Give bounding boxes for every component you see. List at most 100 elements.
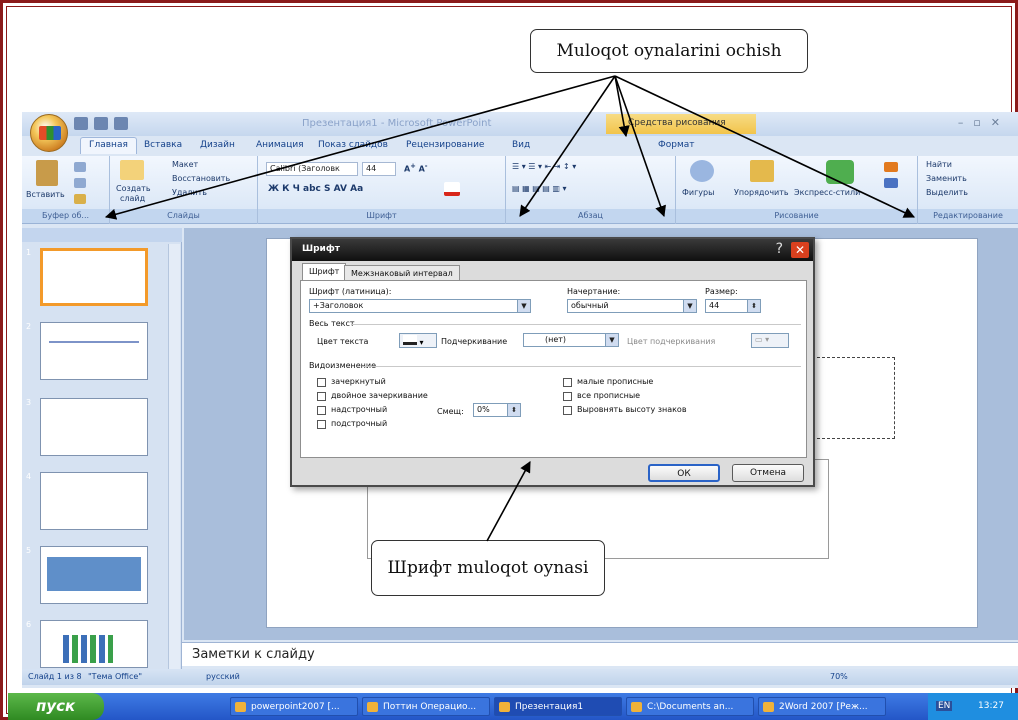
notes-pane[interactable]: Заметки к слайду	[182, 642, 1018, 666]
tab-format[interactable]: Формат	[658, 140, 695, 150]
redo-icon[interactable]	[114, 117, 128, 130]
thumb-line	[49, 341, 139, 343]
font-name-combo[interactable]: Calibri (Заголовк	[266, 162, 358, 176]
small-caps-checkbox[interactable]	[563, 378, 572, 387]
system-tray: EN 13:27	[928, 693, 1018, 720]
window-controls[interactable]: –▫✕	[958, 116, 1010, 129]
new-slide-button[interactable]: Создать	[116, 184, 151, 193]
shapes-button[interactable]: Фигуры	[682, 188, 714, 197]
quick-access-toolbar	[74, 117, 128, 130]
slide-thumb-2[interactable]	[40, 322, 148, 380]
ok-button[interactable]: ОК	[648, 464, 720, 482]
slide-thumb-3[interactable]	[40, 398, 148, 456]
task-item[interactable]: Поттин Операцио...	[362, 697, 490, 716]
font-size-combo[interactable]: 44	[362, 162, 396, 176]
group-font: Calibri (Заголовк 44 A+ A- Ж К Ч abc S A…	[258, 156, 506, 224]
size-label: Размер:	[705, 287, 738, 296]
office-button[interactable]	[30, 114, 68, 152]
spinner-icon[interactable]: ⬍	[507, 404, 520, 416]
slide-thumb-6[interactable]	[40, 620, 148, 668]
cancel-button[interactable]: Отмена	[732, 464, 804, 482]
font-format-buttons[interactable]: Ж К Ч abc S AV Aa	[268, 184, 363, 194]
chevron-down-icon[interactable]: ▼	[605, 334, 618, 346]
strikethrough-checkbox[interactable]	[317, 378, 326, 387]
tab-insert[interactable]: Вставка	[144, 140, 182, 150]
tab-home[interactable]: Главная	[80, 137, 137, 154]
status-language: русский	[206, 672, 240, 681]
paste-button[interactable]: Вставить	[26, 190, 65, 199]
new-slide-icon[interactable]	[120, 160, 144, 180]
window-title: Презентация1 - Microsoft PowerPoint	[302, 118, 492, 129]
zoom-level[interactable]: 70%	[830, 672, 848, 681]
latin-font-value: +Заголовок	[313, 301, 364, 310]
start-button[interactable]: пуск	[8, 693, 104, 720]
double-strikethrough-checkbox[interactable]	[317, 392, 326, 401]
offset-spinner[interactable]: 0% ⬍	[473, 403, 521, 417]
undo-icon[interactable]	[94, 117, 108, 130]
save-icon[interactable]	[74, 117, 88, 130]
underline-color-label: Цвет подчеркивания	[627, 337, 716, 346]
replace-button[interactable]: Заменить	[926, 174, 967, 183]
task-item[interactable]: 2Word 2007 [Реж...	[758, 697, 886, 716]
slide-thumb-1[interactable]	[40, 248, 148, 306]
underline-color-button[interactable]: ▭ ▾	[751, 333, 789, 348]
help-button[interactable]: ?	[776, 241, 783, 257]
group-label-clipboard: Буфер об...	[22, 209, 109, 223]
slide-thumb-4[interactable]	[40, 472, 148, 530]
shape-fill-icon[interactable]	[884, 162, 898, 172]
quick-styles-icon[interactable]	[826, 160, 854, 184]
all-caps-checkbox[interactable]	[563, 392, 572, 401]
font-color-label: Цвет текста	[317, 337, 369, 346]
arrange-icon[interactable]	[750, 160, 774, 182]
chevron-down-icon[interactable]: ▼	[683, 300, 696, 312]
spinner-icon[interactable]: ⬍	[747, 300, 760, 312]
superscript-checkbox[interactable]	[317, 406, 326, 415]
size-spinner[interactable]: 44 ⬍	[705, 299, 761, 313]
style-select[interactable]: обычный ▼	[567, 299, 697, 313]
font-color-icon[interactable]	[444, 182, 460, 196]
tab-design[interactable]: Дизайн	[200, 140, 235, 150]
quick-styles-button[interactable]: Экспресс-стили	[794, 188, 860, 197]
language-indicator[interactable]: EN	[936, 701, 953, 711]
copy-icon[interactable]	[74, 178, 86, 188]
find-button[interactable]: Найти	[926, 160, 952, 169]
paste-icon[interactable]	[36, 160, 58, 186]
task-item[interactable]: C:\Documents an...	[626, 697, 754, 716]
taskbar: пуск powerpoint2007 [... Поттин Операцио…	[8, 693, 1018, 720]
shape-outline-icon[interactable]	[884, 178, 898, 188]
chevron-down-icon[interactable]: ▼	[517, 300, 530, 312]
tab-animation[interactable]: Анимация	[256, 140, 304, 150]
shapes-icon[interactable]	[690, 160, 714, 182]
slide-number: 4	[26, 472, 32, 481]
latin-font-select[interactable]: +Заголовок ▼	[309, 299, 531, 313]
group-label-slides: Слайды	[110, 209, 257, 223]
cut-icon[interactable]	[74, 162, 86, 172]
slide-number: 3	[26, 398, 32, 407]
align-buttons[interactable]: ▤ ▦ ▤ ▤ ▥ ▾	[512, 184, 567, 193]
reset-button[interactable]: Восстановить	[172, 174, 230, 183]
task-item-active[interactable]: Презентация1	[494, 697, 622, 716]
list-buttons[interactable]: ☰ ▾ ☰ ▾ ⇤ ⇥ ↕ ▾	[512, 162, 576, 171]
pane-tabs[interactable]	[22, 228, 182, 242]
group-slides: Создать слайд Макет Восстановить Удалить…	[110, 156, 258, 224]
task-item[interactable]: powerpoint2007 [...	[230, 697, 358, 716]
tab-font[interactable]: Шрифт	[302, 263, 347, 281]
close-icon[interactable]: ✕	[791, 242, 809, 258]
slide-number: 1	[26, 248, 32, 257]
select-button[interactable]: Выделить	[926, 188, 968, 197]
layout-button[interactable]: Макет	[172, 160, 198, 169]
grow-font-button[interactable]: A+ A-	[404, 162, 428, 174]
tab-slideshow[interactable]: Показ слайдов	[318, 140, 388, 150]
equalize-height-checkbox[interactable]	[563, 406, 572, 415]
tab-view[interactable]: Вид	[512, 140, 530, 150]
format-painter-icon[interactable]	[74, 194, 86, 204]
subscript-checkbox[interactable]	[317, 420, 326, 429]
arrange-button[interactable]: Упорядочить	[734, 188, 789, 197]
tab-character-spacing[interactable]: Межзнаковый интервал	[344, 265, 460, 280]
tab-review[interactable]: Рецензирование	[406, 140, 484, 150]
delete-button[interactable]: Удалить	[172, 188, 207, 197]
slide-thumb-5[interactable]	[40, 546, 148, 604]
slides-pane-scrollbar[interactable]	[168, 244, 180, 670]
underline-select[interactable]: (нет) ▼	[523, 333, 619, 347]
font-color-button[interactable]: ▾	[399, 333, 437, 348]
